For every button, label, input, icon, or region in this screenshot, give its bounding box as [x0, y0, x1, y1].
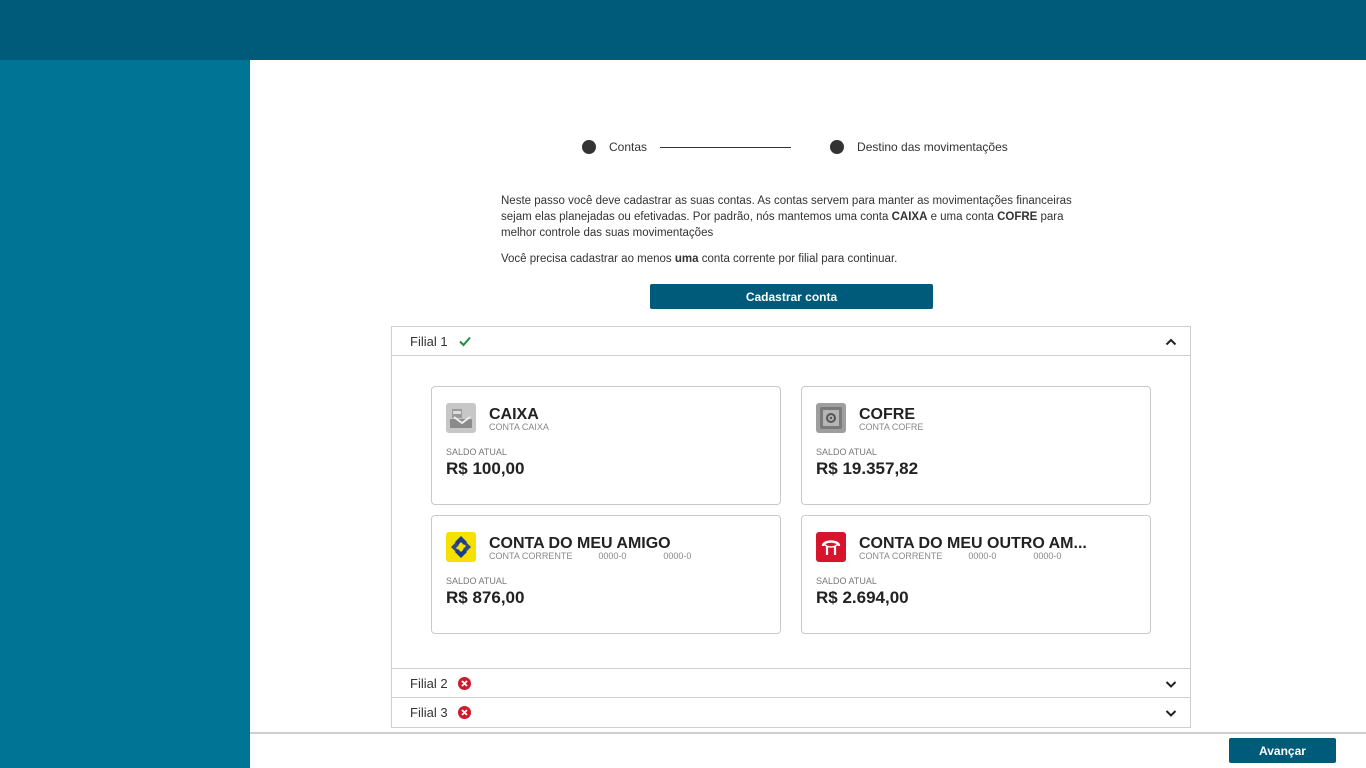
sidebar — [0, 60, 250, 768]
instructions: Neste passo você deve cadastrar as suas … — [501, 193, 1091, 267]
chevron-up-icon[interactable] — [1164, 335, 1178, 349]
banco-do-brasil-logo-icon — [446, 532, 476, 562]
account-type: CONTA CAIXA — [489, 422, 549, 432]
accordion-header-filial-1[interactable]: Filial 1 — [392, 327, 1190, 356]
account-card[interactable]: CONTA DO MEU AMIGO CONTA CORRENTE 0000-0… — [431, 515, 781, 634]
error-icon — [458, 706, 472, 720]
branch-title: Filial 1 — [410, 333, 448, 349]
text-bold: uma — [674, 253, 699, 265]
main-content: Contas Destino das movimentações Neste p… — [250, 60, 1366, 768]
check-icon — [458, 334, 472, 348]
account-number: 0000-0 — [1033, 551, 1062, 561]
account-card[interactable]: COFRE CONTA COFRE SALDO ATUAL R$ 19.357,… — [801, 386, 1151, 505]
next-button[interactable]: Avançar — [1229, 738, 1336, 763]
agency-number: 0000-0 — [968, 551, 997, 561]
text: e uma conta — [927, 211, 998, 223]
accordion-header-filial-3[interactable]: Filial 3 — [392, 698, 1190, 727]
text: conta corrente por filial para continuar… — [698, 253, 898, 265]
text-bold: COFRE — [997, 211, 1038, 223]
footer-divider — [250, 732, 1366, 734]
chevron-down-icon[interactable] — [1164, 706, 1178, 720]
balance-value: R$ 2.694,00 — [816, 588, 909, 607]
step-dot — [582, 140, 596, 154]
account-type-label: CONTA COFRE — [859, 422, 924, 432]
balance-value: R$ 19.357,82 — [816, 459, 919, 478]
account-card[interactable]: CAIXA CONTA CAIXA SALDO ATUAL R$ 100,00 — [431, 386, 781, 505]
balance-label: SALDO ATUAL — [816, 447, 877, 457]
account-details: CONTA CORRENTE 0000-0 0000-0 — [859, 551, 1061, 561]
cash-register-icon — [446, 403, 476, 433]
balance-value: R$ 876,00 — [446, 588, 525, 607]
branch-title: Filial 3 — [410, 705, 448, 720]
balance-label: SALDO ATUAL — [446, 447, 507, 457]
branches-accordion: Filial 1 CAIXA CONTA CAIXA SALDO ATUAL R… — [391, 326, 1191, 728]
balance-value: R$ 100,00 — [446, 459, 525, 478]
step-label: Destino das movimentações — [857, 140, 1008, 154]
step-contas: Contas — [582, 140, 647, 154]
text: Você precisa cadastrar ao menos — [501, 253, 675, 265]
step-destino: Destino das movimentações — [830, 140, 1008, 154]
safe-icon — [816, 403, 846, 433]
account-card[interactable]: CONTA DO MEU OUTRO AM... CONTA CORRENTE … — [801, 515, 1151, 634]
accordion-body-filial-1: CAIXA CONTA CAIXA SALDO ATUAL R$ 100,00 … — [392, 356, 1190, 669]
step-label: Contas — [609, 140, 648, 154]
instructions-paragraph-2: Você precisa cadastrar ao menos uma cont… — [501, 251, 1091, 267]
text-bold: CAIXA — [891, 211, 928, 223]
account-type-label: CONTA CAIXA — [489, 422, 549, 432]
account-number: 0000-0 — [663, 551, 692, 561]
stepper: Contas Destino das movimentações — [582, 139, 1008, 155]
top-bar — [0, 0, 1366, 60]
branch-title: Filial 2 — [410, 675, 448, 691]
chevron-down-icon[interactable] — [1164, 677, 1178, 691]
account-type-label: CONTA CORRENTE — [859, 551, 943, 561]
step-dot — [830, 140, 845, 154]
account-type-label: CONTA CORRENTE — [489, 551, 573, 561]
balance-label: SALDO ATUAL — [816, 576, 877, 586]
register-account-button[interactable]: Cadastrar conta — [650, 284, 933, 309]
error-icon — [458, 676, 472, 690]
balance-label: SALDO ATUAL — [446, 576, 507, 586]
instructions-paragraph-1: Neste passo você deve cadastrar as suas … — [501, 193, 1091, 241]
account-details: CONTA CORRENTE 0000-0 0000-0 — [489, 551, 691, 561]
accordion-header-filial-2[interactable]: Filial 2 — [392, 669, 1190, 698]
account-type: CONTA COFRE — [859, 422, 923, 432]
step-connector — [660, 146, 792, 148]
agency-number: 0000-0 — [598, 551, 627, 561]
bradesco-logo-icon — [816, 532, 846, 562]
